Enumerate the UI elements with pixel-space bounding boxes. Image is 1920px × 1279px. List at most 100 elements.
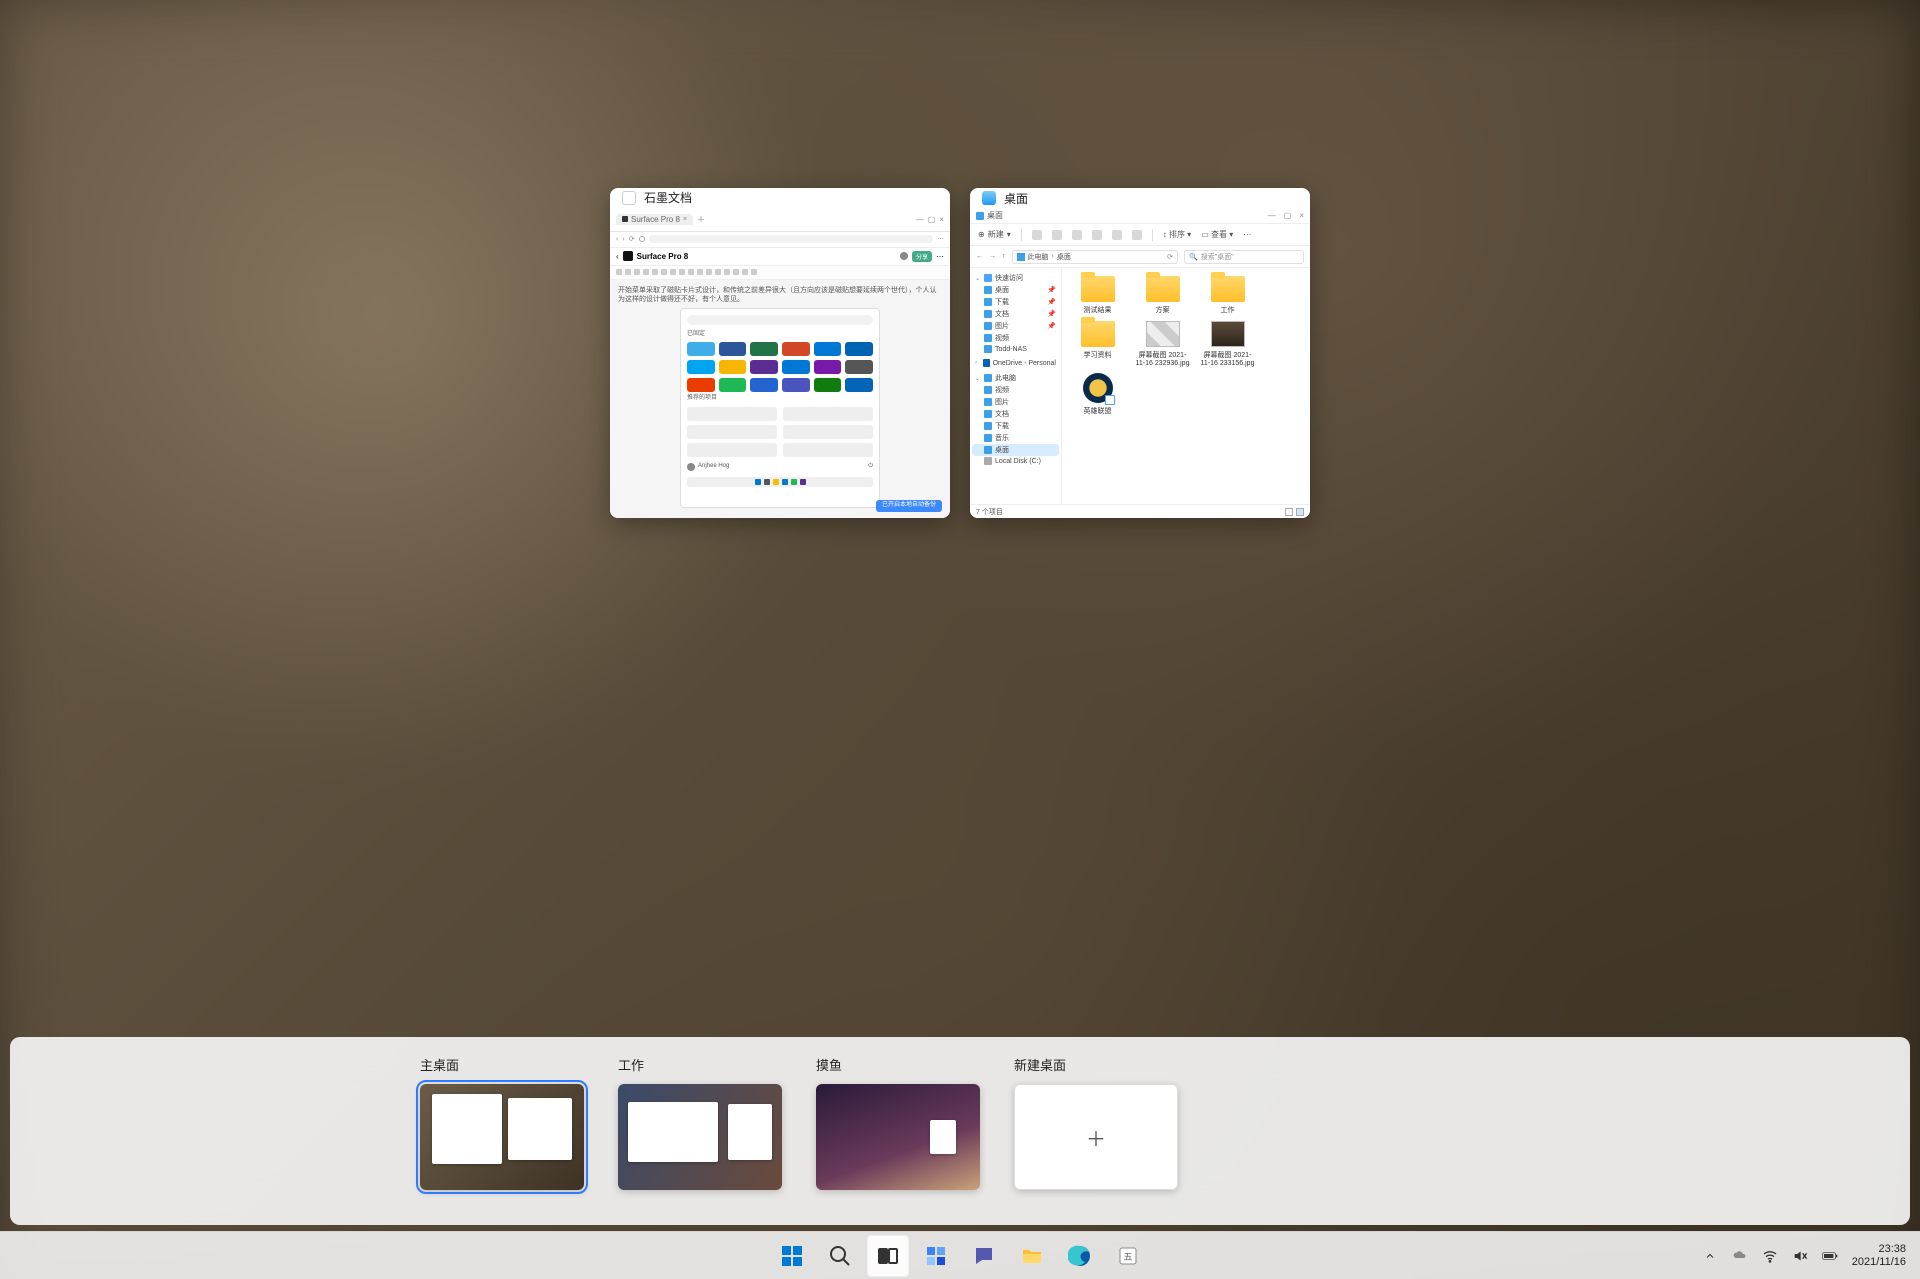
breadcrumb-1[interactable]: 此电脑	[1028, 252, 1049, 262]
user-name: Anjhee Hog	[698, 463, 729, 471]
rename-icon[interactable]	[1092, 230, 1102, 240]
browser-maximize-icon[interactable]: ▢	[928, 215, 936, 224]
doc-more-icon[interactable]: ⋯	[936, 252, 944, 261]
details-view-icon[interactable]	[1285, 508, 1293, 516]
virtual-desktop-main[interactable]: 主桌面	[420, 1055, 584, 1190]
cut-icon[interactable]	[1032, 230, 1042, 240]
vd-new-thumb[interactable]: ＋	[1014, 1084, 1178, 1190]
delete-icon[interactable]	[1132, 230, 1142, 240]
chat-button[interactable]	[963, 1235, 1005, 1277]
folder-item[interactable]: 工作	[1200, 276, 1255, 315]
search-button[interactable]	[819, 1235, 861, 1277]
folder-item[interactable]: 方案	[1135, 276, 1190, 315]
tab-title: Surface Pro 8	[631, 215, 680, 224]
share-icon[interactable]	[1112, 230, 1122, 240]
doc-logo-icon	[623, 251, 633, 261]
browser-tab[interactable]: Surface Pro 8 ×	[616, 214, 693, 225]
pc-icon	[1017, 253, 1025, 261]
app-icon	[622, 191, 636, 205]
vd-label: 新建桌面	[1014, 1055, 1178, 1074]
virtual-desktop-work[interactable]: 工作	[618, 1055, 782, 1190]
virtual-desktop-new[interactable]: 新建桌面 ＋	[1014, 1055, 1178, 1190]
file-item[interactable]: 屏幕截图 2021-11-16 232936.jpg	[1135, 321, 1190, 367]
widgets-button[interactable]	[915, 1235, 957, 1277]
window-thumb-explorer[interactable]: 桌面 桌面 — ▢ × ⊕ 新建 ▾ ↕ 排序 ▾	[970, 188, 1310, 518]
view-button[interactable]: ▭ 查看 ▾	[1201, 229, 1233, 240]
new-tab-icon[interactable]: ＋	[697, 214, 705, 225]
refresh-icon[interactable]: ⟳	[1167, 253, 1173, 261]
start-button[interactable]	[771, 1235, 813, 1277]
search-placeholder: 搜索"桌面"	[1201, 252, 1234, 262]
paste-icon[interactable]	[1072, 230, 1082, 240]
file-item[interactable]: 英雄联盟	[1070, 373, 1125, 416]
icons-view-icon[interactable]	[1296, 508, 1304, 516]
pinned-apps-grid	[687, 342, 873, 392]
window-thumb-shimo[interactable]: 石墨文档 Surface Pro 8 × ＋ — ▢ × ‹ › ⟳	[610, 188, 950, 518]
address-bar[interactable]	[649, 235, 933, 243]
explorer-body: ⌄快速访问 桌面📌 下载📌 文档📌 图片📌 视频 Todd-NAS ›OneDr…	[970, 268, 1310, 504]
clock-date: 2021/11/16	[1852, 1256, 1906, 1268]
tray-overflow-icon[interactable]	[1702, 1248, 1718, 1264]
forward-icon[interactable]: ›	[622, 236, 624, 243]
address-bar[interactable]: 此电脑 › 桌面 ⟳	[1012, 250, 1179, 264]
new-button[interactable]: ⊕ 新建 ▾	[978, 229, 1011, 240]
sort-button[interactable]: ↕ 排序 ▾	[1163, 229, 1191, 240]
avatar[interactable]	[900, 252, 908, 260]
share-button[interactable]: 分享	[912, 251, 932, 262]
explorer-button[interactable]	[1011, 1235, 1053, 1277]
wifi-icon[interactable]	[1762, 1248, 1778, 1264]
taskbar: 五 23:38 2021/11/16	[0, 1231, 1920, 1279]
volume-icon[interactable]	[1792, 1248, 1808, 1264]
site-info-icon[interactable]	[639, 236, 645, 242]
vd-label: 摸鱼	[816, 1055, 980, 1074]
window-title: 石墨文档	[644, 189, 692, 206]
battery-icon[interactable]	[1822, 1248, 1838, 1264]
browser-minimize-icon[interactable]: —	[916, 215, 924, 224]
file-item[interactable]: 屏幕截图 2021-11-16 233156.jpg	[1200, 321, 1255, 367]
browser-menu-icon[interactable]: ⋯	[937, 235, 944, 243]
search-input[interactable]: 🔍 搜索"桌面"	[1184, 250, 1304, 264]
minimize-icon[interactable]: —	[1268, 211, 1276, 220]
onedrive-icon[interactable]	[1732, 1248, 1748, 1264]
doc-header: ‹ Surface Pro 8 分享 ⋯	[610, 248, 950, 266]
refresh-icon[interactable]: ⟳	[629, 235, 635, 243]
doc-title[interactable]: Surface Pro 8	[637, 252, 689, 261]
edge-button[interactable]	[1059, 1235, 1101, 1277]
window-thumb-body: 桌面 — ▢ × ⊕ 新建 ▾ ↕ 排序 ▾ ▭ 查看 ▾ ···	[970, 208, 1310, 518]
more-button[interactable]: ···	[1243, 230, 1251, 239]
forward-icon[interactable]: →	[989, 253, 996, 260]
vd-thumb[interactable]	[618, 1084, 782, 1190]
copy-icon[interactable]	[1052, 230, 1062, 240]
startmenu-search	[687, 315, 873, 325]
back-icon[interactable]: ‹	[616, 236, 618, 243]
window-title: 桌面	[1004, 190, 1028, 207]
maximize-icon[interactable]: ▢	[1284, 211, 1292, 220]
folder-item[interactable]: 学习资料	[1070, 321, 1125, 367]
doc-back-icon[interactable]: ‹	[616, 252, 619, 261]
vd-thumb[interactable]	[816, 1084, 980, 1190]
explorer-nav[interactable]: ⌄快速访问 桌面📌 下载📌 文档📌 图片📌 视频 Todd-NAS ›OneDr…	[970, 268, 1062, 504]
pinned-label: 已固定	[687, 331, 873, 339]
system-tray[interactable]: 23:38 2021/11/16	[1702, 1232, 1906, 1279]
back-icon[interactable]: ←	[976, 253, 983, 260]
breadcrumb-2[interactable]: 桌面	[1057, 252, 1071, 262]
virtual-desktop-fish[interactable]: 摸鱼	[816, 1055, 980, 1190]
tab-close-icon[interactable]: ×	[683, 216, 687, 223]
taskview-button[interactable]	[867, 1235, 909, 1277]
doc-body: 开始菜单采取了磁贴卡片式设计，和传统之前差异很大（且方向应该是磁贴想要延续两个世…	[610, 280, 950, 518]
doc-paragraph: 开始菜单采取了磁贴卡片式设计，和传统之前差异很大（且方向应该是磁贴想要延续两个世…	[618, 286, 942, 304]
plus-icon: ＋	[1086, 1123, 1106, 1152]
browser-close-icon[interactable]: ×	[939, 215, 944, 224]
close-icon[interactable]: ×	[1299, 211, 1304, 220]
vd-thumb[interactable]	[420, 1084, 584, 1190]
folder-item[interactable]: 测试结果	[1070, 276, 1125, 315]
app-icon	[982, 191, 996, 205]
titlebar-text: 桌面	[987, 210, 1003, 221]
explorer-content[interactable]: 测试结果 方案 工作 学习资料 屏幕截图 2021-11-16 232936.j…	[1062, 268, 1310, 504]
taskbar-clock[interactable]: 23:38 2021/11/16	[1852, 1243, 1906, 1267]
clock-time: 23:38	[1878, 1243, 1906, 1255]
backup-badge: 已开启本地自动备份	[876, 500, 942, 512]
up-icon[interactable]: ↑	[1002, 253, 1006, 260]
app-button[interactable]: 五	[1107, 1235, 1149, 1277]
virtual-desktop-strip: 主桌面 工作 摸鱼 新建桌面 ＋	[10, 1037, 1910, 1225]
